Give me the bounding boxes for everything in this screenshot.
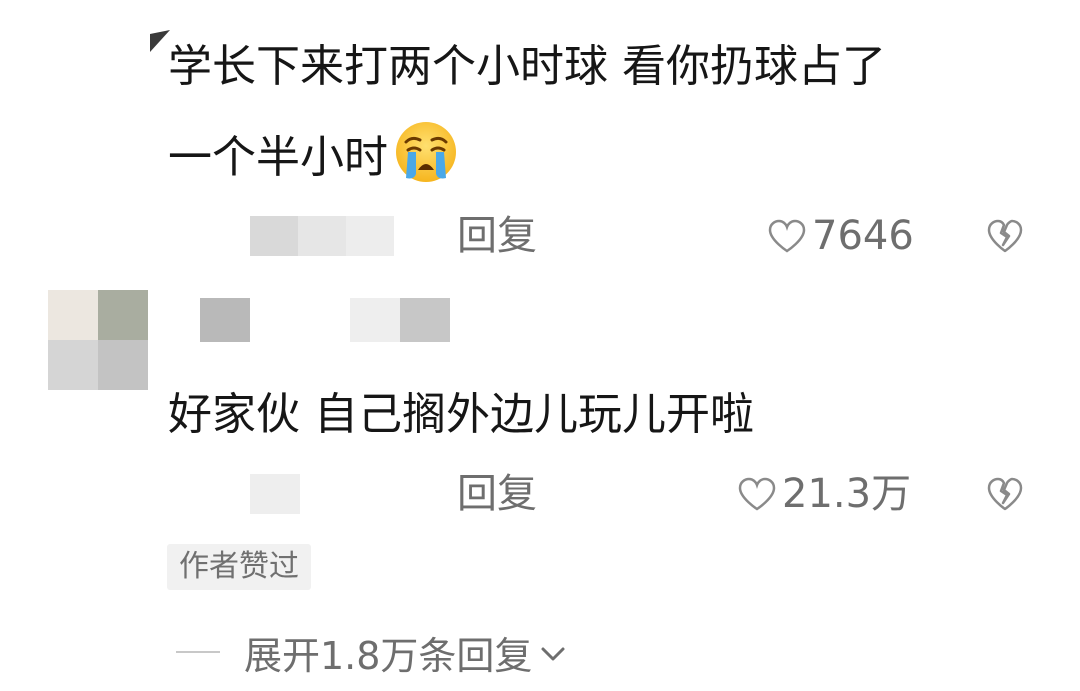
- comment-2-text: 好家伙 自己搁外边儿玩儿开啦: [168, 389, 754, 440]
- broken-heart-icon[interactable]: [987, 219, 1023, 253]
- username-blurred[interactable]: [200, 298, 460, 342]
- expand-replies-label: 展开1.8万条回复: [244, 633, 533, 678]
- comment-2-action-row: 回复 21.3万: [0, 466, 1080, 522]
- expand-replies-button[interactable]: 展开1.8万条回复: [176, 622, 566, 682]
- comment-1-like-button[interactable]: 7646: [768, 210, 914, 262]
- comment-2-date-blurred: [250, 474, 300, 514]
- comment-1-text-line-2-content: 一个半小时: [168, 132, 388, 183]
- comment-1-text-line-1: 学长下来打两个小时球 看你扔球占了: [168, 41, 886, 92]
- comment-1-action-row: 回复 7646: [0, 208, 1080, 264]
- comment-1-like-count: 7646: [812, 213, 914, 259]
- loudly-crying-face-icon: [396, 122, 456, 182]
- heart-outline-icon: [738, 477, 776, 511]
- comment-1-text-line-2: 一个半小时: [168, 120, 458, 193]
- divider-dash: [176, 651, 220, 653]
- avatar[interactable]: [48, 290, 148, 390]
- comment-2-like-count: 21.3万: [782, 471, 912, 517]
- author-liked-badge: 作者赞过: [167, 544, 311, 590]
- comment-1-reply-button[interactable]: 回复: [457, 210, 537, 262]
- comment-2-like-button[interactable]: 21.3万: [738, 468, 911, 520]
- heart-outline-icon: [768, 219, 806, 253]
- broken-heart-icon[interactable]: [987, 477, 1023, 511]
- comment-1-date-blurred: [250, 216, 400, 256]
- comment-2-reply-button[interactable]: 回复: [457, 468, 537, 520]
- chevron-down-icon: [541, 647, 565, 661]
